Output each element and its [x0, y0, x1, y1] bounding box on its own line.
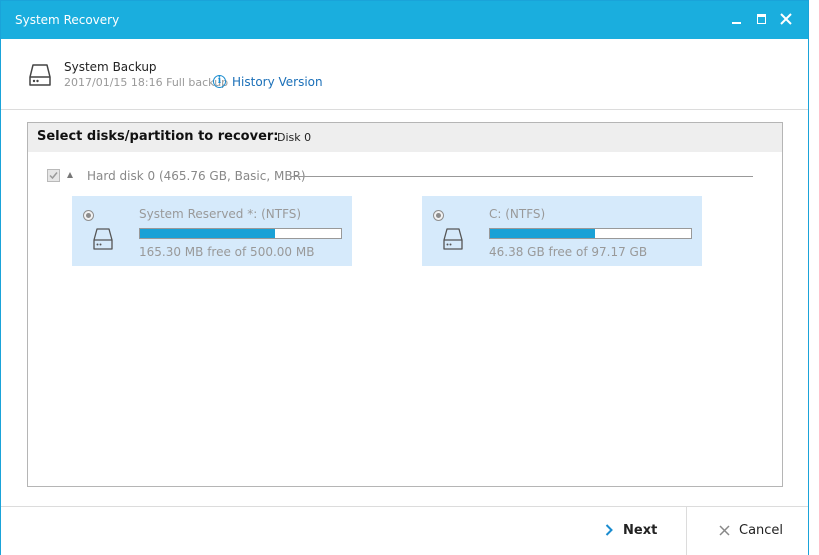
- footer-divider: [686, 507, 687, 555]
- checkmark-icon: [49, 172, 58, 180]
- backup-header: System Backup 2017/01/15 18:16 Full back…: [1, 40, 808, 110]
- cancel-x-icon: [719, 525, 730, 536]
- disk-row: Hard disk 0 (465.76 GB, Basic, MBR): [28, 169, 782, 189]
- disk-checkbox[interactable]: [47, 169, 60, 182]
- panel-header: Select disks/partition to recover: Disk …: [28, 123, 782, 152]
- minimize-button[interactable]: [729, 11, 745, 27]
- backup-timestamp: 2017/01/15 18:16 Full backup: [64, 76, 229, 89]
- history-version-link[interactable]: History Version: [232, 75, 323, 89]
- selected-disk-value: Disk 0: [277, 131, 312, 144]
- partition-usage-fill: [140, 229, 275, 238]
- hard-disk-label: Hard disk 0 (465.76 GB, Basic, MBR): [87, 169, 306, 183]
- partition-name: System Reserved *: (NTFS): [139, 207, 302, 221]
- partition-usage-bar: [489, 228, 692, 239]
- partition-selection-panel: Select disks/partition to recover: Disk …: [27, 122, 783, 487]
- backup-name: System Backup: [64, 60, 157, 74]
- hard-disk-icon: [29, 64, 51, 86]
- system-recovery-window: System Recovery System Backup 2017/01/15…: [0, 0, 809, 555]
- partition-usage-bar: [139, 228, 342, 239]
- partition-card-system-reserved[interactable]: System Reserved *: (NTFS) 165.30 MB free…: [72, 196, 352, 266]
- partition-disk-icon: [443, 228, 463, 250]
- partition-free-space: 165.30 MB free of 500.00 MB: [139, 245, 315, 259]
- cancel-button-label: Cancel: [739, 523, 784, 538]
- title-bar: System Recovery: [1, 1, 808, 39]
- collapse-arrow-icon[interactable]: [67, 172, 73, 178]
- info-icon[interactable]: i: [213, 75, 226, 88]
- footer-bar: Next Cancel: [1, 506, 808, 555]
- partition-free-space: 46.38 GB free of 97.17 GB: [489, 245, 648, 259]
- partition-name: C: (NTFS): [489, 207, 546, 221]
- partition-radio[interactable]: [83, 210, 94, 221]
- window-title: System Recovery: [15, 13, 120, 27]
- chevron-right-icon: [605, 524, 613, 536]
- partition-card-c[interactable]: C: (NTFS) 46.38 GB free of 97.17 GB: [422, 196, 702, 266]
- next-button-label: Next: [623, 523, 658, 538]
- partition-radio[interactable]: [433, 210, 444, 221]
- maximize-button[interactable]: [754, 11, 770, 27]
- close-icon: [780, 13, 792, 25]
- partition-disk-icon: [93, 228, 113, 250]
- partition-usage-fill: [490, 229, 595, 238]
- close-button[interactable]: [778, 11, 794, 27]
- select-disks-label: Select disks/partition to recover:: [37, 129, 279, 144]
- divider: [290, 176, 753, 177]
